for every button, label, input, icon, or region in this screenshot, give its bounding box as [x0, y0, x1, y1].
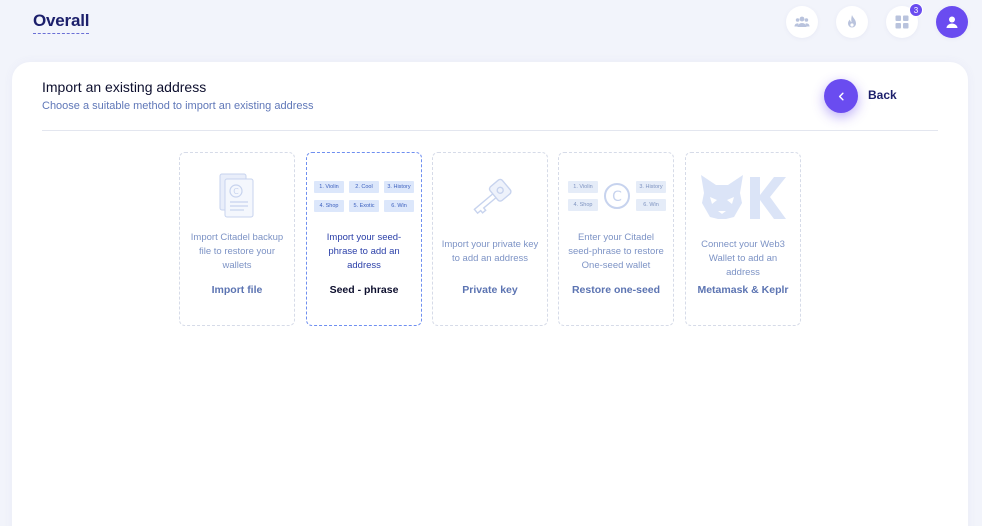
back-button[interactable] [824, 79, 858, 113]
option-description: Connect your Web3 Wallet to add an addre… [701, 239, 785, 278]
user-icon [946, 16, 958, 28]
option-label: Import file [211, 284, 263, 296]
seed-chip: 3. History [636, 181, 666, 193]
divider [42, 130, 938, 131]
option-private-key[interactable]: Import your private key to add an addres… [432, 152, 548, 326]
citadel-logo-icon: C [604, 183, 630, 209]
top-bar: Overall 3 [0, 0, 982, 58]
option-metamask-keplr[interactable]: Connect your Web3 Wallet to add an addre… [685, 152, 801, 326]
svg-text:C: C [233, 187, 239, 196]
option-description: Enter your Citadel seed-phrase to restor… [568, 232, 664, 271]
seed-chip: 2. Cool [349, 181, 379, 193]
apps-icon [895, 15, 909, 29]
document-icon: C [219, 173, 254, 218]
seed-chip: 1. Violin [568, 181, 598, 193]
back-label[interactable]: Back [868, 88, 897, 102]
option-import-file[interactable]: C Import Citadel backup file to restore … [179, 152, 295, 326]
import-address-panel: Import an existing address Choose a suit… [12, 62, 968, 526]
option-description: Import your seed-phrase to add an addres… [326, 232, 402, 271]
svg-text:C: C [612, 189, 622, 205]
seed-chip: 4. Shop [568, 199, 598, 211]
section-subtitle: Choose a suitable method to import an ex… [42, 100, 314, 112]
users-icon [794, 16, 810, 27]
key-icon [473, 178, 512, 215]
option-label: Seed - phrase [329, 284, 399, 296]
seed-phrase-icon: 1. Violin 2. Cool 3. History 4. Shop 5. … [307, 153, 423, 223]
option-restore-one-seed[interactable]: 1. Violin 3. History 4. Shop 6. Win C En… [558, 152, 674, 326]
option-description: Import your private key to add an addres… [441, 239, 539, 264]
notification-badge: 3 [909, 3, 923, 17]
seed-chip: 3. History [384, 181, 414, 193]
option-label: Restore one-seed [571, 284, 661, 296]
option-label: Metamask & Keplr [697, 284, 789, 296]
seed-chip: 6. Win [384, 200, 414, 212]
seed-chip: 6. Win [636, 199, 666, 211]
option-description: Import Citadel backup file to restore yo… [190, 232, 284, 271]
avatar[interactable] [936, 6, 968, 38]
metamask-keplr-icon [701, 175, 786, 219]
apps-button[interactable]: 3 [886, 3, 923, 38]
seed-chip: 1. Violin [314, 181, 344, 193]
section-title: Import an existing address [42, 79, 207, 95]
chevron-left-icon [838, 92, 844, 100]
one-seed-icon: 1. Violin 3. History 4. Shop 6. Win C [559, 153, 675, 223]
option-seed-phrase[interactable]: 1. Violin 2. Cool 3. History 4. Shop 5. … [306, 152, 422, 326]
seed-chip: 5. Exotic [349, 200, 379, 212]
fire-button[interactable] [836, 6, 868, 38]
seed-chip: 4. Shop [314, 200, 344, 212]
users-button[interactable] [786, 6, 818, 38]
fire-icon [848, 15, 856, 28]
option-label: Private key [462, 284, 518, 296]
page-title[interactable]: Overall [33, 11, 89, 34]
